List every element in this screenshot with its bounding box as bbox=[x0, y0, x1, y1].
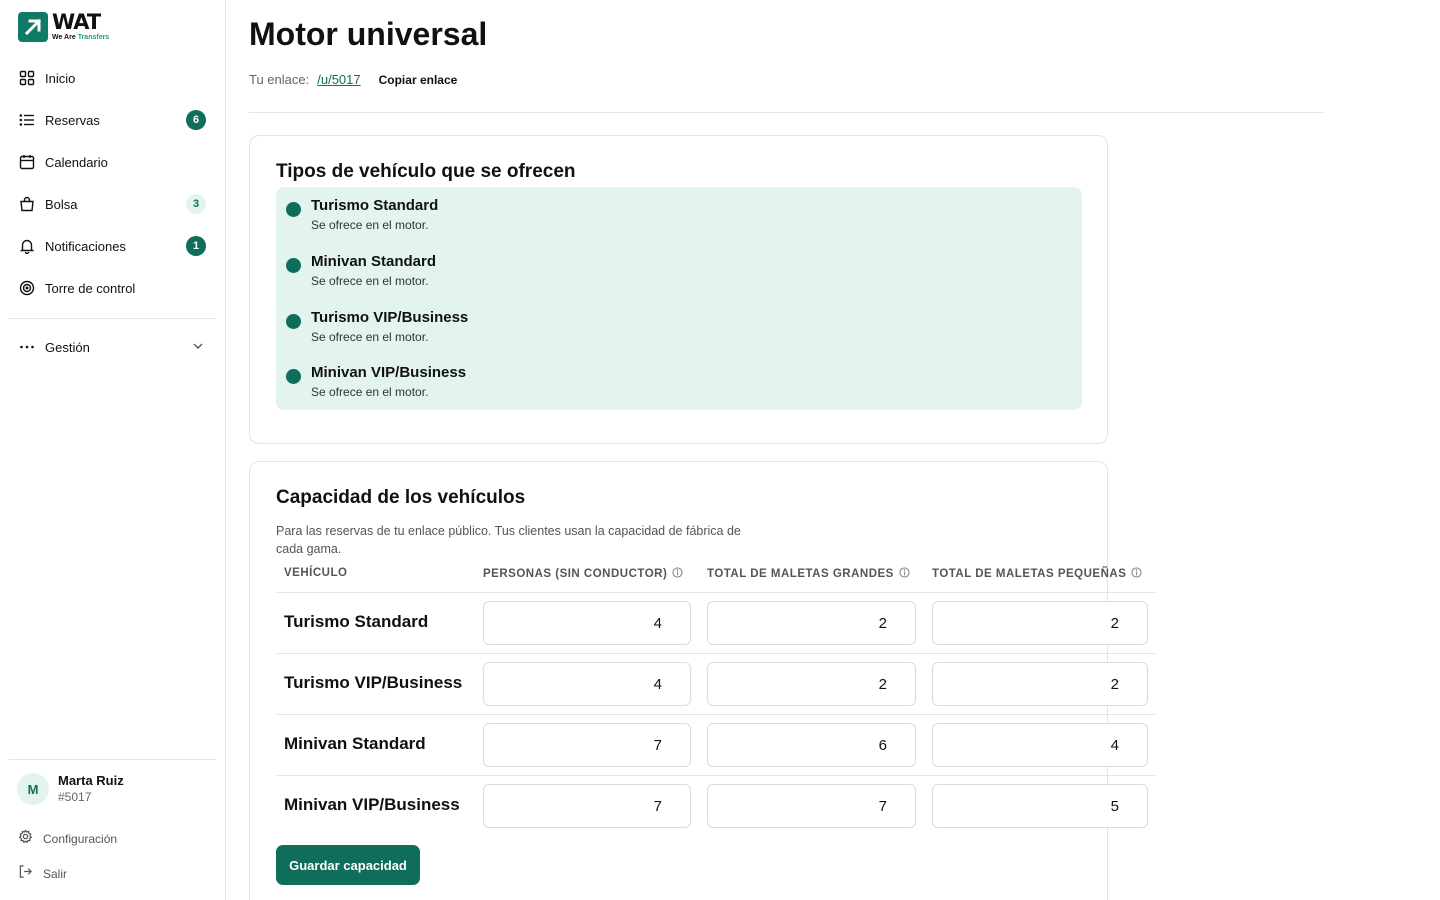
avatar: M bbox=[17, 773, 49, 805]
public-link-row: Tu enlace: /u/5017 Copiar enlace bbox=[249, 72, 457, 87]
row-divider bbox=[276, 714, 1156, 715]
sidebar-item-label: Gestión bbox=[45, 339, 90, 355]
sidebar-item-torre-de-control[interactable]: Torre de control bbox=[0, 267, 225, 309]
copy-link-button[interactable]: Copiar enlace bbox=[379, 73, 458, 87]
sidebar-item-label: Torre de control bbox=[45, 280, 136, 296]
list-icon bbox=[18, 111, 36, 129]
people-input[interactable] bbox=[483, 601, 691, 645]
notificaciones-count-badge: 1 bbox=[186, 236, 206, 256]
vehicle-types-title: Tipos de vehículo que se ofrecen bbox=[276, 161, 576, 182]
logout-link[interactable]: Salir bbox=[18, 864, 67, 884]
column-header-small-bags: TOTAL DE MALETAS PEQUEÑAS bbox=[932, 567, 1142, 581]
table-row-vehicle: Turismo Standard bbox=[284, 612, 429, 631]
save-capacity-button[interactable]: Guardar capacidad bbox=[276, 845, 420, 885]
bell-icon bbox=[18, 237, 36, 255]
grid-icon bbox=[18, 69, 36, 87]
column-header-people: PERSONAS (SIN CONDUCTOR) bbox=[483, 567, 683, 581]
sidebar-item-bolsa[interactable]: Bolsa 3 bbox=[0, 183, 225, 225]
sidebar-item-label: Bolsa bbox=[45, 196, 78, 212]
people-input[interactable] bbox=[483, 723, 691, 767]
large-bags-input[interactable] bbox=[707, 662, 916, 706]
row-divider bbox=[276, 592, 1156, 593]
sidebar-item-inicio[interactable]: Inicio bbox=[0, 57, 225, 99]
vehicle-types-list: Turismo Standard Se ofrece en el motor. … bbox=[276, 187, 1082, 410]
arrow-logo-icon bbox=[18, 12, 48, 42]
calendar-icon bbox=[18, 153, 36, 171]
public-link[interactable]: /u/5017 bbox=[317, 72, 360, 87]
info-icon[interactable] bbox=[672, 567, 683, 581]
people-input[interactable] bbox=[483, 662, 691, 706]
vehicle-type-name: Turismo VIP/Business bbox=[311, 309, 469, 326]
capacity-description: Para las reservas de tu enlace público. … bbox=[276, 524, 741, 556]
sidebar-item-calendario[interactable]: Calendario bbox=[0, 141, 225, 183]
logout-icon bbox=[18, 864, 33, 884]
info-icon[interactable] bbox=[1131, 567, 1142, 581]
row-divider bbox=[276, 775, 1156, 776]
large-bags-input[interactable] bbox=[707, 601, 916, 645]
user-divider bbox=[9, 759, 216, 760]
sidebar: WAT We Are Transfers Inicio Reservas 6 C… bbox=[0, 0, 226, 900]
sidebar-item-label: Reservas bbox=[45, 112, 100, 128]
target-icon bbox=[18, 279, 36, 297]
status-dot-icon bbox=[286, 314, 301, 329]
vehicle-types-card: Tipos de vehículo que se ofrecen Turismo… bbox=[249, 135, 1108, 444]
capacity-title: Capacidad de los vehículos bbox=[276, 487, 526, 508]
status-dot-icon bbox=[286, 369, 301, 384]
chevron-down-icon bbox=[191, 339, 205, 358]
small-bags-input[interactable] bbox=[932, 723, 1148, 767]
capacity-card: Capacidad de los vehículos Para las rese… bbox=[249, 461, 1156, 900]
sidebar-item-gestion[interactable]: Gestión bbox=[0, 326, 225, 368]
settings-label: Configuración bbox=[43, 832, 118, 846]
sidebar-nav: Inicio Reservas 6 Calendario Bolsa 3 Not… bbox=[0, 57, 225, 355]
small-bags-input[interactable] bbox=[932, 662, 1148, 706]
link-prefix: Tu enlace: bbox=[249, 72, 310, 87]
vehicle-type-name: Minivan Standard bbox=[311, 253, 437, 270]
sidebar-item-label: Notificaciones bbox=[45, 238, 126, 254]
small-bags-input[interactable] bbox=[932, 601, 1148, 645]
reservas-count-badge: 6 bbox=[186, 110, 206, 130]
logo-tagline: We Are Transfers bbox=[52, 34, 110, 41]
vehicle-type-status: Se ofrece en el motor. bbox=[311, 274, 429, 288]
status-dot-icon bbox=[286, 202, 301, 217]
user-profile[interactable]: M Marta Ruiz #5017 bbox=[17, 773, 124, 805]
vehicle-type-status: Se ofrece en el motor. bbox=[311, 385, 429, 399]
logo-word: WAT bbox=[52, 10, 101, 34]
sidebar-item-reservas[interactable]: Reservas 6 bbox=[0, 99, 225, 141]
settings-link[interactable]: Configuración bbox=[18, 829, 117, 849]
row-divider bbox=[276, 653, 1156, 654]
dots-icon bbox=[18, 338, 36, 356]
column-header-vehicle: VEHÍCULO bbox=[284, 567, 348, 579]
user-name: Marta Ruiz bbox=[58, 773, 124, 788]
column-header-large-bags: TOTAL DE MALETAS GRANDES bbox=[707, 567, 910, 581]
gear-icon bbox=[18, 829, 33, 849]
info-icon[interactable] bbox=[899, 567, 910, 581]
logout-label: Salir bbox=[43, 867, 68, 881]
sidebar-item-label: Inicio bbox=[45, 70, 76, 86]
user-id: #5017 bbox=[58, 790, 92, 804]
sidebar-item-label: Calendario bbox=[45, 154, 108, 170]
vehicle-type-status: Se ofrece en el motor. bbox=[311, 218, 429, 232]
page-title: Motor universal bbox=[249, 16, 488, 52]
nav-divider bbox=[9, 318, 216, 319]
vehicle-type-status: Se ofrece en el motor. bbox=[311, 330, 429, 344]
header-divider bbox=[249, 112, 1324, 113]
table-row-vehicle: Turismo VIP/Business bbox=[284, 673, 463, 692]
bolsa-count-badge: 3 bbox=[186, 194, 206, 214]
table-row-vehicle: Minivan VIP/Business bbox=[284, 795, 460, 814]
bag-icon bbox=[18, 195, 36, 213]
sidebar-item-notificaciones[interactable]: Notificaciones 1 bbox=[0, 225, 225, 267]
table-row-vehicle: Minivan Standard bbox=[284, 734, 426, 753]
large-bags-input[interactable] bbox=[707, 784, 916, 828]
vehicle-type-name: Turismo Standard bbox=[311, 197, 439, 214]
vehicle-type-name: Minivan VIP/Business bbox=[311, 364, 467, 381]
large-bags-input[interactable] bbox=[707, 723, 916, 767]
status-dot-icon bbox=[286, 258, 301, 273]
small-bags-input[interactable] bbox=[932, 784, 1148, 828]
people-input[interactable] bbox=[483, 784, 691, 828]
brand-logo[interactable]: WAT We Are Transfers bbox=[18, 12, 109, 42]
